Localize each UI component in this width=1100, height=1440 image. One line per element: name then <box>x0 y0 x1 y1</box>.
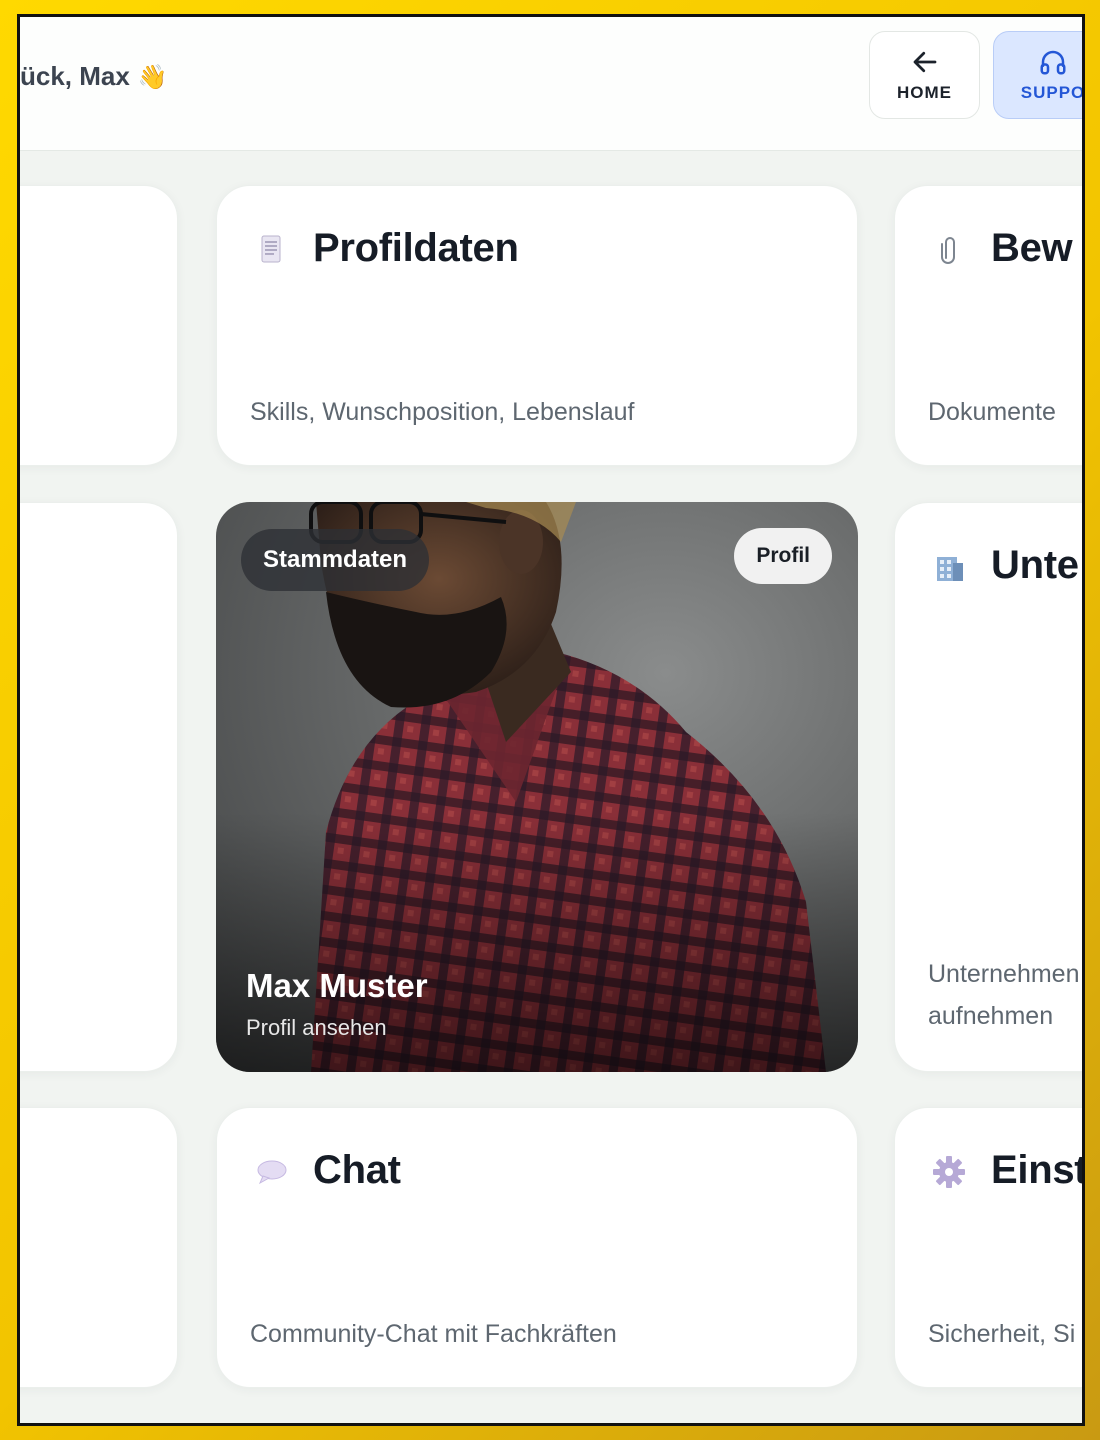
card-description: Sicherheit, Si <box>928 1320 1076 1348</box>
greeting-label: ück, Max <box>20 61 130 91</box>
arrow-left-icon <box>913 51 936 73</box>
home-label: HOME <box>897 83 952 102</box>
support-button[interactable]: SUPPO <box>993 31 1085 119</box>
card-title: Chat <box>313 1148 401 1192</box>
speech-bubble-icon <box>257 1160 287 1185</box>
dashboard-card-left-middle[interactable] <box>20 502 178 1072</box>
einstellungen-card[interactable]: Einst Sicherheit, Si <box>894 1107 1085 1388</box>
home-button[interactable]: HOME <box>869 31 980 119</box>
stammdaten-badge: Stammdaten <box>241 529 430 591</box>
card-description: Skills, Wunschposition, Lebenslauf <box>250 398 635 426</box>
card-title: Unte <box>991 543 1079 587</box>
building-icon <box>937 557 963 581</box>
profildaten-card[interactable]: Profildaten Skills, Wunschposition, Lebe… <box>216 185 858 466</box>
card-description: Dokumente <box>928 398 1056 426</box>
unternehmen-card[interactable]: Unte Unternehmen aufnehmen <box>894 502 1082 1072</box>
card-title: Bew <box>991 226 1073 270</box>
profile-name: Max Muster <box>246 967 428 1004</box>
profile-photo-card[interactable]: Stammdaten Profil Max Muster Profil anse… <box>216 502 858 1072</box>
top-bar: ück, Max 👋 HOME SUPPO <box>20 17 1082 151</box>
gear-icon <box>933 1156 965 1188</box>
app-viewport: ück, Max 👋 HOME SUPPO Profildaten Skills… <box>17 14 1085 1426</box>
headphones-icon <box>1040 50 1066 75</box>
profil-tag-button[interactable]: Profil <box>734 528 832 584</box>
card-title: Einst <box>991 1148 1085 1192</box>
card-title: Profildaten <box>313 226 519 270</box>
support-label: SUPPO <box>1020 83 1085 102</box>
document-icon <box>261 235 281 263</box>
waving-hand-icon: 👋 <box>137 64 168 91</box>
card-description: Community-Chat mit Fachkräften <box>250 1320 617 1348</box>
dashboard-card-left-bottom[interactable] <box>20 1107 178 1388</box>
view-profile-link[interactable]: Profil ansehen <box>246 1015 387 1041</box>
chat-card[interactable]: Chat Community-Chat mit Fachkräften <box>216 1107 858 1388</box>
bewerbung-card[interactable]: Bew Dokumente <box>894 185 1082 466</box>
card-description: Unternehmen aufnehmen <box>928 960 1080 1030</box>
paperclip-icon <box>941 237 955 264</box>
greeting-text: ück, Max 👋 <box>20 61 168 92</box>
dashboard-card-left-top[interactable] <box>20 185 178 466</box>
